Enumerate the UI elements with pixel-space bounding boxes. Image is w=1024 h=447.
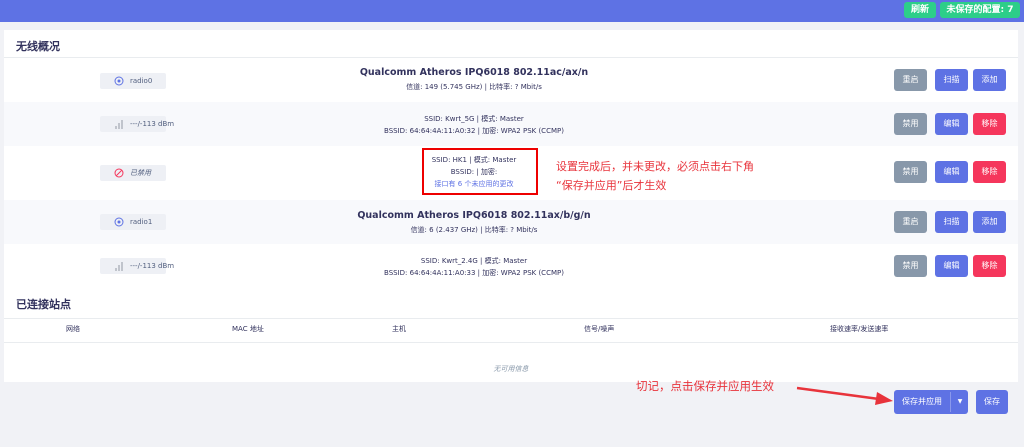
device-name: Qualcomm Atheros IPQ6018 802.11ax/b/g/n (357, 210, 591, 221)
ssid-mode: SSID: Kwrt_2.4G | 模式: Master (420, 257, 528, 265)
wifi-radio-icon (114, 217, 124, 227)
section-title-stations: 已连接站点 (16, 298, 71, 311)
column-header-rate: 接收速率/发送速率 (830, 325, 889, 333)
signal-bars-icon (115, 262, 123, 271)
device-badge: radio1 (100, 214, 166, 230)
connected-stations-card: 已连接站点 网络 MAC 地址 主机 信号/噪声 接收速率/发送速率 无可用信息 (4, 292, 1018, 382)
annotation-line-2: “保存并应用”后才生效 (556, 179, 667, 192)
edit-button[interactable]: 编辑 (935, 255, 968, 277)
disable-button[interactable]: 禁用 (894, 255, 927, 277)
network-row-kwrt5g: ---/-113 dBm SSID: Kwrt_5G | 模式: Master … (4, 102, 1018, 146)
network-row-kwrt24g: ---/-113 dBm SSID: Kwrt_2.4G | 模式: Maste… (4, 244, 1018, 288)
device-channel: 信道: 6 (2.437 GHz) | 比特率: ? Mbit/s (410, 226, 538, 234)
device-name: Qualcomm Atheros IPQ6018 802.11ac/ax/n (359, 67, 589, 78)
disable-button[interactable]: 禁用 (894, 161, 927, 183)
empty-table-message: 无可用信息 (493, 365, 529, 373)
save-and-apply-label[interactable]: 保存并应用 (894, 390, 950, 414)
restart-button[interactable]: 重启 (894, 69, 927, 91)
disabled-badge: 已禁用 (100, 165, 166, 181)
badge-label: radio1 (130, 218, 153, 226)
annotation-save: 切记，点击保存并应用生效 (636, 379, 774, 393)
column-header-mac: MAC 地址 (232, 325, 264, 333)
signal-bars-icon (115, 120, 123, 129)
add-button[interactable]: 添加 (973, 211, 1006, 233)
edit-button[interactable]: 编辑 (935, 161, 968, 183)
disabled-wifi-icon (114, 168, 124, 178)
bssid-encryption: BSSID: 64:64:4A:11:A0:33 | 加密: WPA2 PSK … (384, 269, 564, 277)
device-badge: radio0 (100, 73, 166, 89)
column-header-signal: 信号/噪声 (584, 325, 615, 333)
annotation-line-1: 设置完成后，并未更改，必须点击右下角 (556, 160, 754, 173)
section-title-wireless: 无线概况 (16, 40, 60, 53)
restart-button[interactable]: 重启 (894, 211, 927, 233)
badge-label: 已禁用 (130, 169, 151, 177)
divider (4, 318, 1018, 319)
radio-row-radio1: radio1 Qualcomm Atheros IPQ6018 802.11ax… (4, 200, 1018, 244)
device-channel: 信道: 149 (5.745 GHz) | 比特率: ? Mbit/s (406, 83, 542, 91)
divider (4, 342, 1018, 343)
disable-button[interactable]: 禁用 (894, 113, 927, 135)
signal-badge: ---/-113 dBm (100, 258, 174, 274)
badge-label: ---/-113 dBm (130, 262, 175, 270)
ssid-mode: SSID: Kwrt_5G | 模式: Master (424, 115, 524, 123)
signal-badge: ---/-113 dBm (100, 116, 174, 132)
scan-button[interactable]: 扫描 (935, 69, 968, 91)
save-and-apply-button[interactable]: 保存并应用 ▼ (894, 390, 968, 414)
bssid-encryption: BSSID: 64:64:4A:11:A0:32 | 加密: WPA2 PSK … (384, 127, 564, 135)
highlight-box (422, 148, 538, 195)
add-button[interactable]: 添加 (973, 69, 1006, 91)
dropdown-caret-icon[interactable]: ▼ (952, 390, 968, 414)
remove-button[interactable]: 移除 (973, 255, 1006, 277)
wifi-radio-icon (114, 76, 124, 86)
badge-label: ---/-113 dBm (130, 120, 175, 128)
remove-button[interactable]: 移除 (973, 113, 1006, 135)
top-bar: 刷新 未保存的配置: 7 (0, 0, 1024, 22)
scan-button[interactable]: 扫描 (935, 211, 968, 233)
badge-label: radio0 (130, 77, 153, 85)
radio-row-radio0: radio0 Qualcomm Atheros IPQ6018 802.11ac… (4, 58, 1018, 102)
edit-button[interactable]: 编辑 (935, 113, 968, 135)
remove-button[interactable]: 移除 (973, 161, 1006, 183)
refresh-button[interactable]: 刷新 (904, 2, 936, 18)
button-separator (950, 392, 951, 412)
column-header-host: 主机 (392, 325, 406, 333)
red-arrow-icon (796, 386, 893, 405)
unsaved-changes-button[interactable]: 未保存的配置: 7 (940, 2, 1020, 18)
save-button[interactable]: 保存 (976, 390, 1008, 414)
column-header-network: 网络 (66, 325, 80, 333)
